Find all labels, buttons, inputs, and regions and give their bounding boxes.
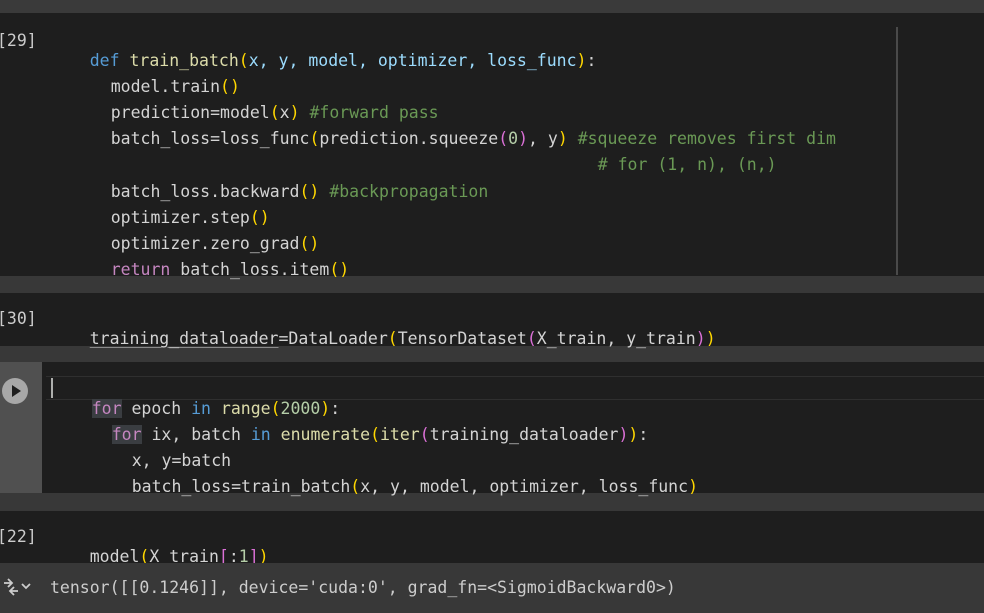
code-cell-29[interactable]: [29] def train_batch(x, y, model, optimi…	[0, 13, 984, 279]
top-strip	[0, 0, 984, 13]
play-circle-icon	[12, 385, 21, 397]
code-cell-22[interactable]: [22] model(X_train[:1])	[0, 511, 984, 566]
code-line-9: return batch_loss.item()	[110, 260, 350, 279]
editor-scrollbar[interactable]	[896, 27, 898, 275]
exec-count-label: [29]	[0, 31, 37, 50]
exec-count-label: [22]	[0, 527, 37, 546]
output-toggle-icon	[4, 578, 31, 596]
output-toggle-button[interactable]	[2, 576, 32, 598]
run-button[interactable]	[2, 378, 28, 404]
code-line-1: training_dataloader=DataLoader(TensorDat…	[89, 329, 716, 348]
output-text: tensor([[0.1246]], device='cuda:0', grad…	[50, 578, 676, 597]
code-cell-active[interactable]: for epoch in range(2000): for ix, batch …	[0, 362, 984, 496]
code-line-5: # for (1, n), (n,)	[597, 155, 777, 174]
code-cell-30[interactable]: [30] training_dataloader=DataLoader(Tens…	[0, 293, 984, 348]
cell-output: tensor([[0.1246]], device='cuda:0', grad…	[0, 563, 984, 613]
exec-count-label: [30]	[0, 309, 37, 328]
code-line-4: batch_loss=train_batch(x, y, model, opti…	[131, 477, 698, 496]
